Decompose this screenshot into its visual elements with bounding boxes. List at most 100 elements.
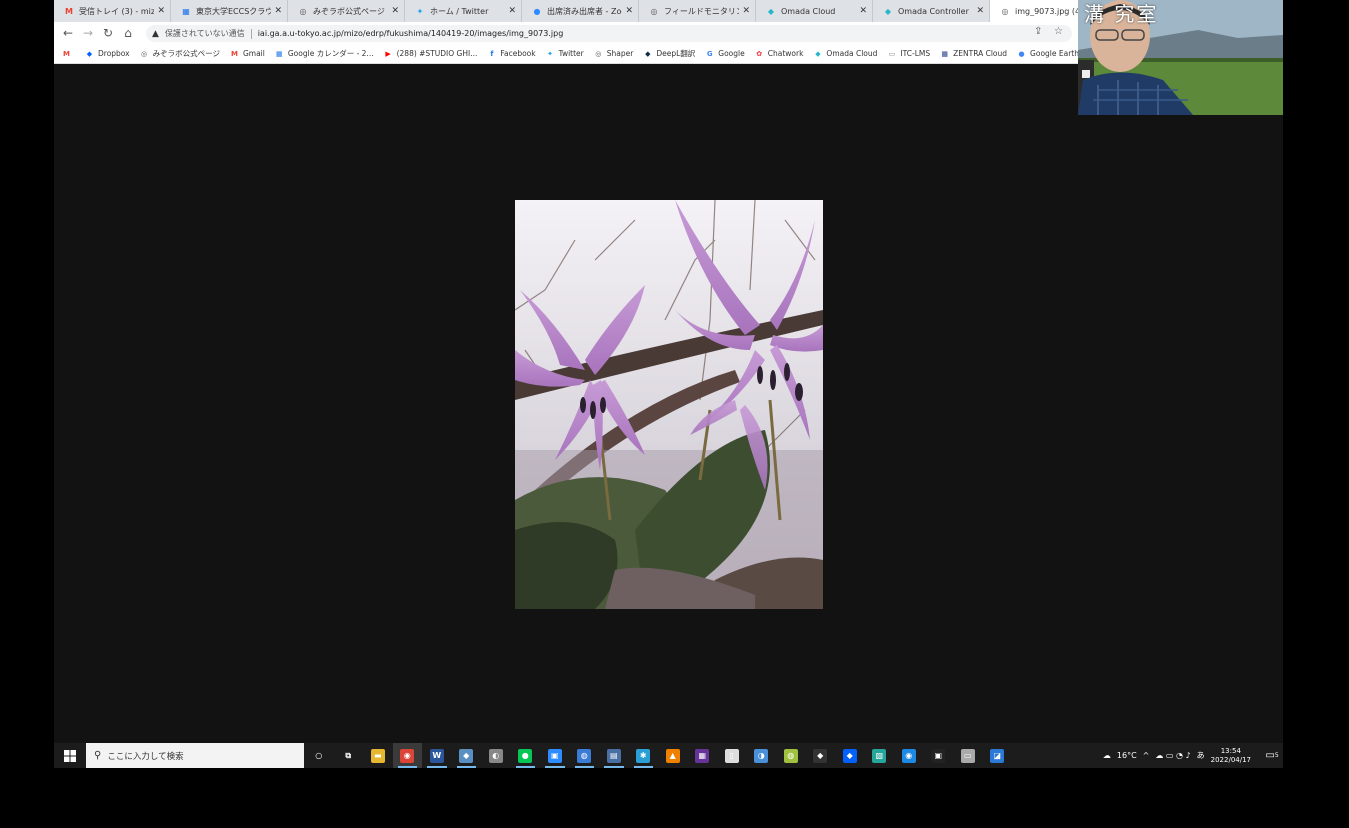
bookmark-item[interactable]: ● Google Earth	[1017, 49, 1079, 58]
tab-close-icon[interactable]: ✕	[508, 5, 516, 17]
notification-center-button[interactable]: ▭ 5	[1261, 743, 1283, 768]
taskbar-app-button[interactable]: ▦	[688, 743, 718, 768]
taskbar-app-button[interactable]: ▤	[599, 743, 629, 768]
taskbar-app-button[interactable]: ○	[304, 743, 334, 768]
notification-count: 5	[1274, 752, 1279, 759]
bookmark-label: Dropbox	[98, 49, 130, 58]
file-explorer-icon: ▬	[370, 748, 385, 763]
taskbar-app-button[interactable]: ◪	[983, 743, 1013, 768]
bookmark-item[interactable]: ◎ みぞラボ公式ページ	[140, 48, 220, 59]
bookmark-item[interactable]: ▦ ZENTRA Cloud	[940, 49, 1007, 58]
tab-close-icon[interactable]: ✕	[391, 5, 399, 17]
weather-temp[interactable]: 16°C	[1117, 751, 1137, 760]
taskbar-app-button[interactable]: ◑	[747, 743, 777, 768]
taskbar-app-button[interactable]: ⧉	[334, 743, 364, 768]
taskbar-app-button[interactable]: ▧	[865, 743, 895, 768]
browser-tab[interactable]: ▦ 東京大学ECCSクラウドメ✕	[171, 0, 288, 22]
clock[interactable]: 13:54 2022/04/17	[1211, 747, 1251, 765]
globe-icon: ◎	[1001, 6, 1009, 16]
search-placeholder: ここに入力して検索	[107, 751, 184, 762]
tray-overflow-icon[interactable]: ^	[1143, 751, 1150, 760]
home-button[interactable]: ⌂	[118, 23, 138, 43]
taskbar-app-button[interactable]: ◆	[806, 743, 836, 768]
search-icon: ⚲	[94, 750, 102, 761]
taskbar-app-button[interactable]: ▬	[363, 743, 393, 768]
ime-indicator[interactable]: あ	[1197, 750, 1205, 761]
taskbar-app-button[interactable]: ◉	[392, 743, 422, 768]
tab-close-icon[interactable]: ✕	[274, 5, 282, 17]
address-separator	[250, 28, 252, 39]
windows-start-button[interactable]	[54, 743, 86, 768]
taskbar-app-button[interactable]: ▲	[658, 743, 688, 768]
displayed-image[interactable]	[515, 200, 823, 609]
taskbar-app-button[interactable]: ◉	[894, 743, 924, 768]
bookmark-label: Facebook	[500, 49, 536, 58]
browser-tab[interactable]: ● 出席済み出席者 - Zoom✕	[522, 0, 639, 22]
bookmark-label: Google	[718, 49, 745, 58]
forward-button[interactable]: →	[78, 23, 98, 43]
bookmark-item[interactable]: M Gmail	[230, 49, 265, 58]
app-icon: ▤	[606, 748, 621, 763]
bookmark-item[interactable]: ◆ DeepL翻訳	[643, 48, 695, 59]
image-viewer	[54, 64, 1283, 743]
tab-close-icon[interactable]: ✕	[859, 5, 867, 17]
app-icon: ◑	[754, 748, 769, 763]
security-status: 保護されていない通信	[164, 29, 245, 38]
share-icon[interactable]: ⇪	[1034, 26, 1042, 37]
bookmark-item[interactable]: G Google	[705, 49, 745, 58]
bookmark-item[interactable]: M	[62, 49, 75, 58]
browser-tab[interactable]: ◎ フィールドモニタリング202✕	[639, 0, 756, 22]
taskbar-app-button[interactable]: ●	[511, 743, 541, 768]
bookmark-item[interactable]: f Facebook	[487, 49, 535, 58]
app-icon: ▦	[695, 748, 710, 763]
taskbar-app-button[interactable]: ◍	[570, 743, 600, 768]
bookmark-item[interactable]: ◆ Dropbox	[85, 49, 130, 58]
taskbar-app-button[interactable]: ◐	[481, 743, 511, 768]
app-icon: ▭	[960, 748, 975, 763]
taskbar-app-button[interactable]: W	[422, 743, 452, 768]
tab-close-icon[interactable]: ✕	[976, 5, 984, 17]
browser-tab[interactable]: ◆ Omada Cloud ✕	[756, 0, 873, 22]
bookmark-label: ITC-LMS	[900, 49, 931, 58]
browser-tab[interactable]: ✦ ホーム / Twitter ✕	[405, 0, 522, 22]
taskbar-search-input[interactable]: ⚲ ここに入力して検索	[86, 743, 304, 768]
taskbar-app-button[interactable]: ▣	[924, 743, 954, 768]
bookmark-item[interactable]: ◎ Shaper	[594, 49, 633, 58]
taskbar-apps: ○ ⧉ ▬ ◉ W ◆ ◐ ● ▣ ◍ ▤ ✱ ▲ ▦ ▯ ◑ ◍ ◆ ◆ ▧ ◉ ▣ ▭ ◪	[304, 743, 1012, 768]
taskbar-app-button[interactable]: ◍	[776, 743, 806, 768]
bookmark-item[interactable]: ▶ (288) #STUDIO GHI...	[384, 49, 478, 58]
bookmark-item[interactable]: ✦ Twitter	[546, 49, 584, 58]
tab-close-icon[interactable]: ✕	[742, 5, 750, 17]
taskbar-app-button[interactable]: ✱	[629, 743, 659, 768]
taskbar-app-button[interactable]: ◆	[452, 743, 482, 768]
taskbar-app-button[interactable]: ▣	[540, 743, 570, 768]
bookmark-label: Twitter	[558, 49, 584, 58]
tab-title: Omada Cloud	[781, 6, 836, 16]
browser-tab[interactable]: ◆ Omada Controller ✕	[873, 0, 990, 22]
bookmark-item[interactable]: ◆ Omada Cloud	[813, 49, 877, 58]
bookmark-item[interactable]: ▭ ITC-LMS	[887, 49, 931, 58]
bookmark-item[interactable]: ✿ Chatwork	[755, 49, 803, 58]
app-icon: ◆	[813, 748, 828, 763]
twitter-icon: ✦	[547, 49, 554, 58]
browser-tab[interactable]: ◎ みぞラボ公式ページ ✕	[288, 0, 405, 22]
taskbar-app-button[interactable]: ◆	[835, 743, 865, 768]
tray-icons[interactable]: ☁ ▭ ◔ ♪	[1155, 751, 1190, 760]
back-button[interactable]: ←	[58, 23, 78, 43]
taskbar-app-button[interactable]: ▯	[717, 743, 747, 768]
taskbar-app-button[interactable]: ▭	[953, 743, 983, 768]
weather-icon[interactable]: ☁	[1103, 751, 1111, 760]
dropbox-icon: ◆	[842, 748, 857, 763]
tab-close-icon[interactable]: ✕	[157, 5, 165, 17]
url-text: iai.ga.a.u-tokyo.ac.jp/mizo/edrp/fukushi…	[257, 29, 564, 38]
bookmark-star-icon[interactable]: ☆	[1054, 26, 1063, 37]
app-icon: ◉	[901, 748, 916, 763]
address-bar[interactable]: ▲ 保護されていない通信 iai.ga.a.u-tokyo.ac.jp/mizo…	[146, 25, 1072, 42]
document-icon: ▯	[724, 748, 739, 763]
bookmark-label: (288) #STUDIO GHI...	[396, 49, 478, 58]
browser-tab[interactable]: M 受信トレイ (3) - mizo@✕	[54, 0, 171, 22]
webcam-overlay-text: 溝 究室	[1084, 2, 1159, 26]
tab-close-icon[interactable]: ✕	[625, 5, 633, 17]
reload-button[interactable]: ↻	[98, 23, 118, 43]
bookmark-item[interactable]: ▦ Google カレンダー - 2...	[275, 48, 374, 59]
